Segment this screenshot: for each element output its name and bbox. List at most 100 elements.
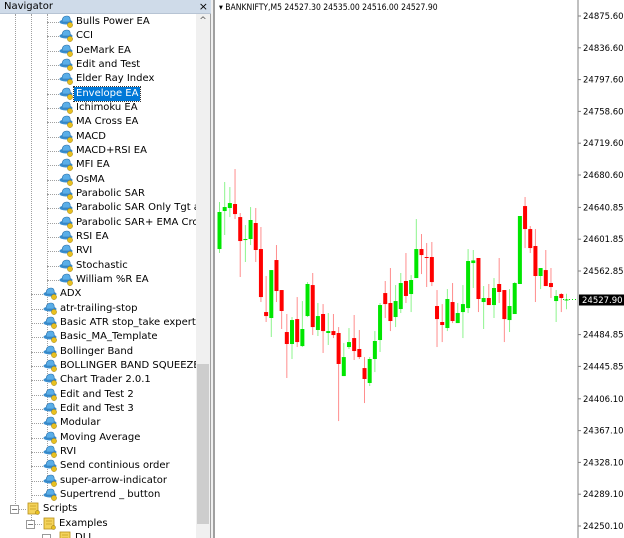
- tree-item-label: Modular: [60, 417, 101, 429]
- scrollbar-thumb[interactable]: [197, 364, 209, 524]
- tree-connector: [31, 380, 43, 382]
- expert-advisor-hat-icon: [43, 345, 58, 358]
- tree-item[interactable]: Send continious order: [0, 459, 196, 473]
- bear-candle: [336, 333, 341, 364]
- bull-candle: [248, 220, 253, 239]
- tree-connector: [47, 79, 59, 81]
- bear-candle: [523, 206, 528, 230]
- tree-item-label: MACD+RSI EA: [76, 144, 147, 156]
- bear-candle: [429, 257, 434, 283]
- tree-item[interactable]: super-arrow-indicator: [0, 474, 196, 488]
- price-tick-label: 24836.60: [583, 44, 624, 54]
- price-tick-label: 24289.10: [583, 490, 624, 500]
- tree-item[interactable]: ADX: [0, 287, 196, 301]
- tree-item[interactable]: MACD+RSI EA: [0, 144, 196, 158]
- tree-item[interactable]: Basic_MA_Template: [0, 330, 196, 344]
- expert-advisor-hat-icon: [59, 230, 74, 243]
- tree-item[interactable]: Stochastic: [0, 259, 196, 273]
- tree-item-label: Moving Average: [60, 431, 141, 443]
- tree-item-label: atr-trailing-stop: [60, 302, 138, 314]
- price-tick-label: 24328.10: [583, 458, 624, 468]
- tree-item-label: RVI: [60, 445, 77, 457]
- bear-candle: [533, 246, 538, 277]
- collapse-icon[interactable]: −: [42, 533, 51, 538]
- tree-item-label: DLL: [75, 531, 94, 538]
- tree-item-label: Parabolic SAR: [76, 187, 145, 199]
- tree-connector: [31, 294, 43, 296]
- tree-item[interactable]: OsMA: [0, 173, 196, 187]
- collapse-icon[interactable]: −: [10, 505, 19, 515]
- expert-advisor-hat-icon: [43, 388, 58, 401]
- tree-item[interactable]: MACD: [0, 130, 196, 144]
- tree-connector: [47, 165, 59, 167]
- tree-item[interactable]: RSI EA: [0, 230, 196, 244]
- bull-candle: [378, 305, 383, 341]
- scroll-up-arrow-icon[interactable]: ^: [196, 14, 210, 28]
- tree-item[interactable]: CCI: [0, 29, 196, 43]
- tree-connector: [31, 451, 43, 453]
- expert-advisor-hat-icon: [59, 58, 74, 71]
- tree-item[interactable]: Parabolic SAR Only Tgt and: [0, 201, 196, 215]
- tree-item-label: Basic ATR stop_take expert advi: [60, 316, 196, 328]
- tree-item[interactable]: DeMark EA: [0, 44, 196, 58]
- tree-item[interactable]: Parabolic SAR: [0, 187, 196, 201]
- tree-item[interactable]: Ichimoku EA: [0, 101, 196, 115]
- tree-item[interactable]: Bulls Power EA: [0, 15, 196, 29]
- tree-item[interactable]: Chart Trader 2.0.1: [0, 373, 196, 387]
- tree-item-label: Supertrend _ button: [60, 488, 161, 500]
- navigator-tree: Bulls Power EA CCI DeMark EA Edit and Test E…: [0, 14, 196, 538]
- tree-item[interactable]: Scripts: [0, 502, 196, 516]
- tree-item[interactable]: Edit and Test 2: [0, 388, 196, 402]
- tree-item[interactable]: DLL: [0, 531, 196, 538]
- bull-candle: [341, 357, 346, 377]
- close-icon[interactable]: ×: [199, 0, 208, 14]
- bull-candle: [393, 301, 398, 318]
- bear-candle: [331, 331, 336, 336]
- scroll-icon: [58, 531, 73, 538]
- bull-candle: [491, 288, 496, 306]
- tree-item[interactable]: William %R EA: [0, 273, 196, 287]
- tree-item[interactable]: MA Cross EA: [0, 115, 196, 129]
- vertical-scrollbar[interactable]: ^: [196, 14, 210, 538]
- tree-item-label: Bulls Power EA: [76, 16, 150, 27]
- tree-item[interactable]: Parabolic SAR+ EMA Cross: [0, 216, 196, 230]
- tree-item[interactable]: Supertrend _ button: [0, 488, 196, 502]
- tree-item-label: super-arrow-indicator: [60, 474, 168, 486]
- tree-item[interactable]: Bollinger Band: [0, 345, 196, 359]
- collapse-icon[interactable]: −: [26, 519, 35, 529]
- tree-item[interactable]: BOLLINGER BAND SQUEEZE: [0, 359, 196, 373]
- tree-item[interactable]: MFI EA: [0, 158, 196, 172]
- bear-candle: [388, 303, 393, 322]
- chart-window[interactable]: 24875.60 24836.60 24797.60 24758.60 24719.60…: [213, 0, 624, 538]
- tree-item[interactable]: Moving Average: [0, 431, 196, 445]
- tree-item[interactable]: Edit and Test 3: [0, 402, 196, 416]
- tree-item-label: Parabolic SAR Only Tgt and: [76, 202, 196, 214]
- bull-candle: [481, 298, 486, 303]
- candlestick-chart[interactable]: 24875.60 24836.60 24797.60 24758.60 24719.60…: [215, 0, 624, 538]
- dropdown-triangle-icon[interactable]: ▾: [219, 3, 223, 13]
- tree-item[interactable]: Envelope EA: [0, 85, 196, 102]
- tree-item[interactable]: RVI: [0, 445, 196, 459]
- tree-item[interactable]: Basic ATR stop_take expert advi: [0, 316, 196, 330]
- expert-advisor-hat-icon: [43, 431, 58, 444]
- price-tick-label: 24875.60: [583, 12, 624, 22]
- bull-candle: [517, 216, 522, 285]
- bear-candle: [233, 204, 238, 215]
- tree-item-label: Send continious order: [60, 460, 170, 472]
- bull-candle: [445, 299, 450, 329]
- price-tick-label: 24406.10: [583, 395, 624, 405]
- tree-item[interactable]: RVI: [0, 244, 196, 258]
- tree-item[interactable]: Elder Ray Index: [0, 72, 196, 86]
- bear-candle: [362, 368, 367, 379]
- tree-item[interactable]: Modular: [0, 416, 196, 430]
- tree-item[interactable]: Edit and Test: [0, 58, 196, 72]
- tree-item-label: BOLLINGER BAND SQUEEZE: [60, 359, 196, 371]
- tree-item[interactable]: atr-trailing-stop: [0, 302, 196, 316]
- navigator-panel: Navigator × Bulls Power EA CCI DeMark EA Ed…: [0, 0, 211, 538]
- tree-connector: [31, 308, 43, 310]
- bear-candle: [321, 314, 326, 332]
- tree-item-label: Ichimoku EA: [76, 101, 138, 113]
- tree-connector: [31, 423, 43, 425]
- tree-connector: [31, 466, 43, 468]
- tree-item-label: DeMark EA: [76, 44, 131, 56]
